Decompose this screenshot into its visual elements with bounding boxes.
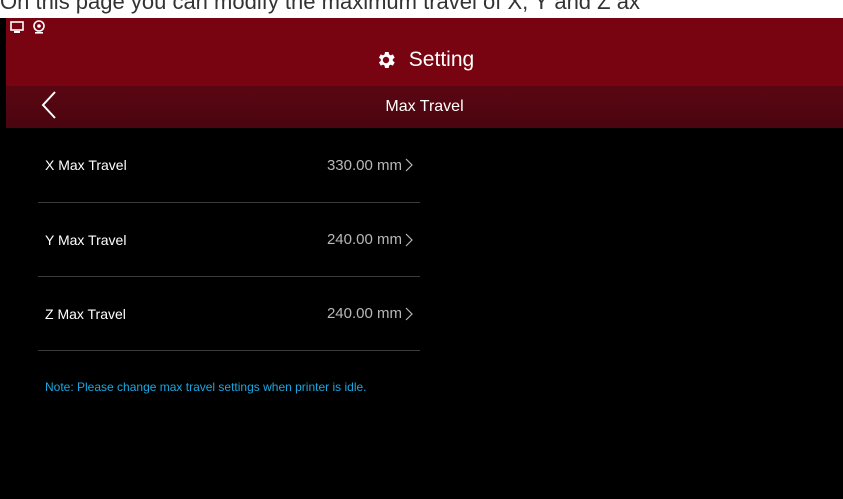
settings-list: X Max Travel 330.00 mm Y Max Travel 240.… bbox=[38, 128, 420, 351]
page-title: Max Travel bbox=[385, 98, 464, 115]
header-title: Setting bbox=[6, 43, 843, 77]
app-header: Setting bbox=[6, 18, 843, 86]
sub-header: Max Travel bbox=[6, 86, 843, 128]
monitor-icon bbox=[10, 20, 24, 34]
header-title-text: Setting bbox=[408, 48, 475, 71]
setting-label: Z Max Travel bbox=[45, 305, 126, 322]
chevron-right-icon bbox=[405, 307, 413, 321]
setting-value: 240.00 mm bbox=[326, 305, 402, 322]
setting-value-group: 330.00 mm bbox=[327, 157, 420, 174]
setting-value-group: 240.00 mm bbox=[327, 305, 420, 322]
caption-text: On this page you can modify the maximum … bbox=[0, 0, 843, 18]
setting-label: Y Max Travel bbox=[45, 231, 127, 248]
webcam-icon bbox=[32, 20, 46, 34]
chevron-right-icon bbox=[405, 233, 413, 247]
setting-row-y-max-travel[interactable]: Y Max Travel 240.00 mm bbox=[38, 203, 420, 277]
gear-icon bbox=[375, 49, 397, 71]
setting-value-group: 240.00 mm bbox=[327, 231, 420, 248]
setting-row-z-max-travel[interactable]: Z Max Travel 240.00 mm bbox=[38, 277, 420, 351]
setting-label: X Max Travel bbox=[45, 157, 127, 173]
setting-value: 240.00 mm bbox=[326, 231, 402, 248]
status-icons bbox=[10, 20, 46, 34]
setting-value: 330.00 mm bbox=[326, 156, 402, 174]
note-text: Note: Please change max travel settings … bbox=[45, 380, 367, 394]
setting-row-x-max-travel[interactable]: X Max Travel 330.00 mm bbox=[38, 128, 420, 203]
chevron-right-icon bbox=[405, 158, 413, 172]
